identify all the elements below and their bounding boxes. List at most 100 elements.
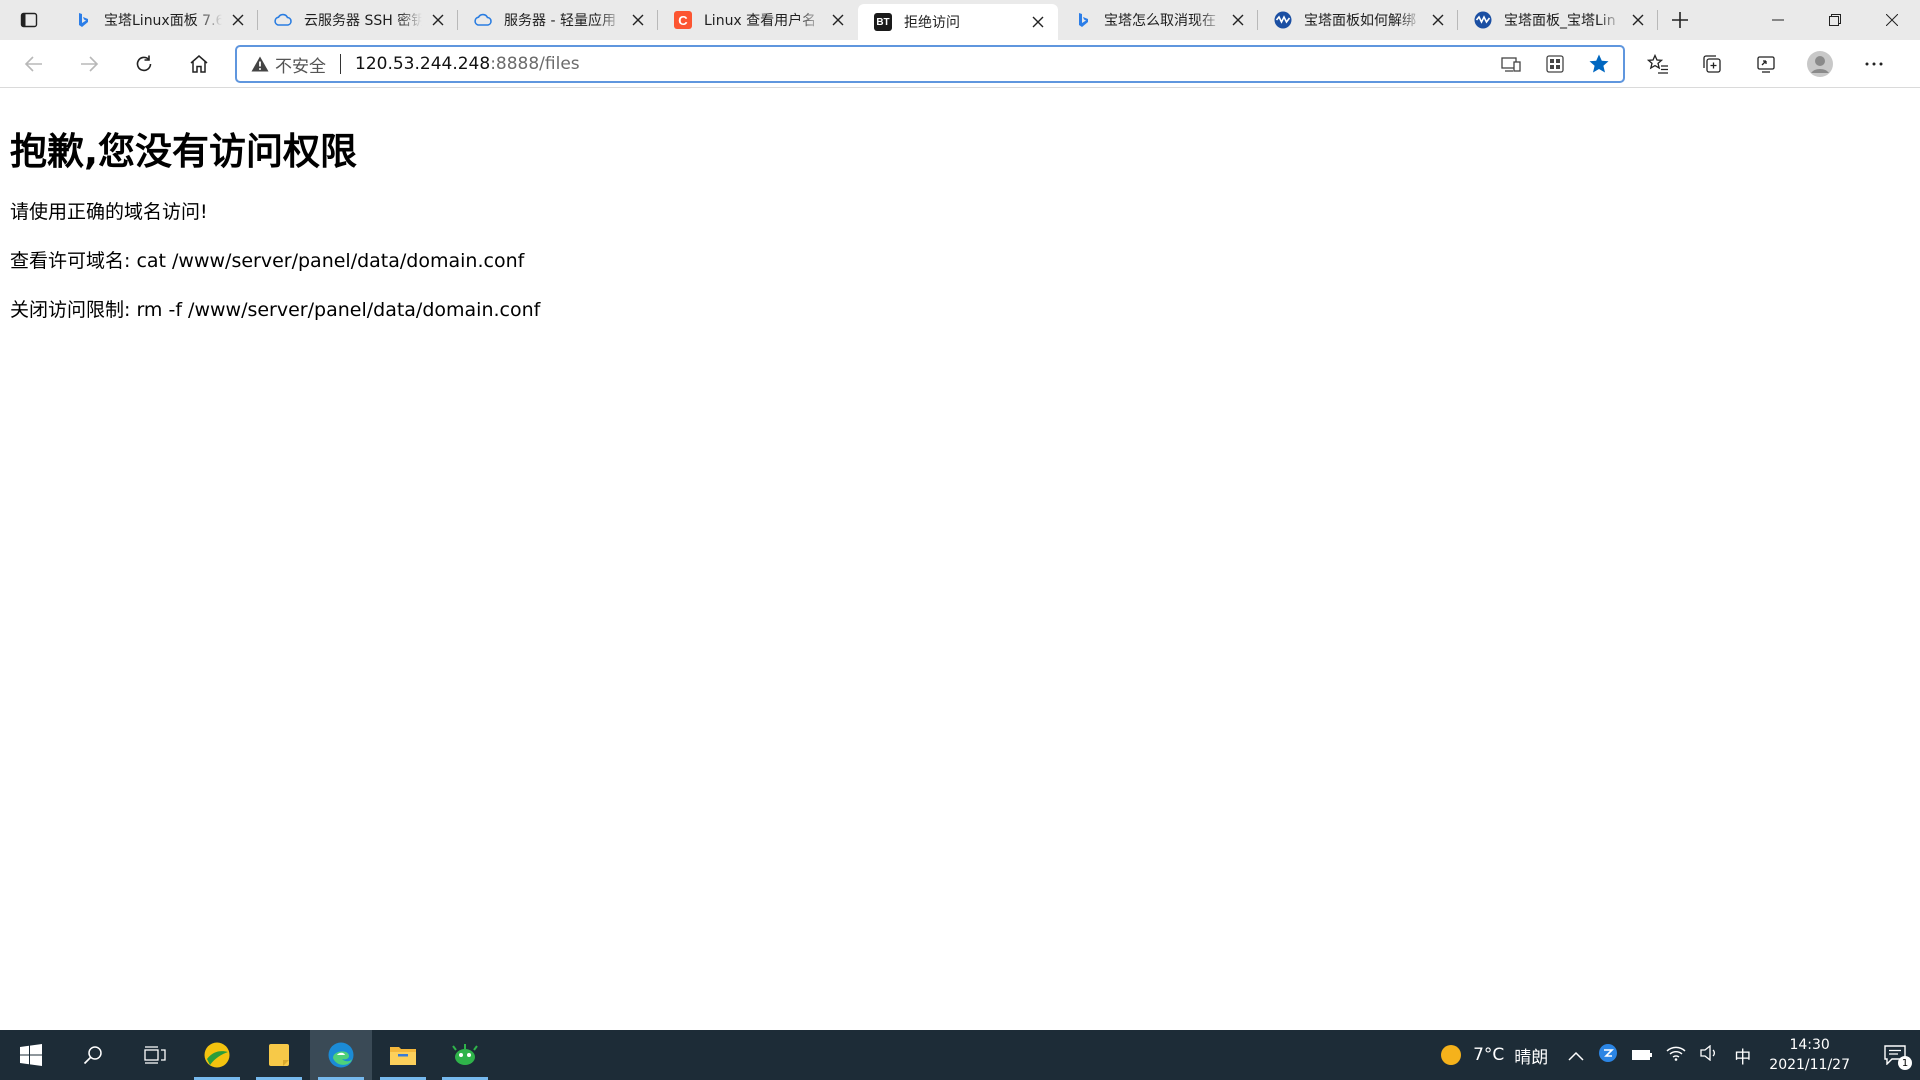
tab[interactable]: 宝塔怎么取消现在 [1058,0,1258,40]
home-icon [190,54,208,73]
restore-button[interactable] [1806,0,1863,40]
cloud-icon [474,11,492,29]
taskbar-app-edge[interactable] [310,1030,372,1080]
close-icon[interactable] [1228,10,1248,30]
app-available-button[interactable] [1537,46,1573,82]
close-icon[interactable] [1028,12,1048,32]
clock-time: 14:30 [1789,1037,1830,1053]
taskbar-app-qqbrowser[interactable] [186,1030,248,1080]
settings-more-button[interactable] [1856,46,1892,82]
qq-browser-icon [204,1042,230,1068]
weather-temperature: 7°C [1473,1045,1505,1065]
close-icon[interactable] [1428,10,1448,30]
taskbar-app-file-explorer[interactable] [372,1030,434,1080]
close-icon[interactable] [628,10,648,30]
start-button[interactable] [0,1030,62,1080]
bing-icon [74,11,92,29]
device-icon [1501,57,1521,72]
refresh-button[interactable] [126,46,162,82]
battery-icon[interactable] [1632,1046,1653,1065]
bug-app-icon [452,1044,478,1065]
tab[interactable]: 服务器 - 轻量应用 [458,0,658,40]
tab-title: 服务器 - 轻量应用 [504,13,616,29]
page-content: 抱歉,您没有访问权限 请使用正确的域名访问! 查看许可域名: cat /www/… [0,89,1920,1029]
new-tab-button[interactable] [1658,0,1702,40]
taskbar-app-wechat-tool[interactable] [434,1030,496,1080]
chevron-up-icon[interactable] [1568,1046,1584,1065]
star-filled-icon [1589,54,1609,73]
tab[interactable]: C Linux 查看用户名 [658,0,858,40]
disable-restriction-command: 关闭访问限制: rm -f /www/server/panel/data/dom… [10,299,541,321]
arrow-left-icon [24,55,42,72]
read-aloud-button[interactable] [1493,46,1529,82]
share-button[interactable] [1748,46,1784,82]
screen-share-icon [1757,56,1775,73]
tab-title: 拒绝访问 [904,15,960,31]
avatar [1807,51,1833,77]
minimize-button[interactable] [1749,0,1806,40]
url-path: :8888/files [490,54,580,74]
tab[interactable]: 宝塔面板如何解绑 [1258,0,1458,40]
close-window-button[interactable] [1863,0,1920,40]
cloud-icon [274,11,292,29]
windows-icon [20,1044,42,1066]
apps-icon [1546,55,1564,73]
volume-icon[interactable] [1700,1044,1720,1065]
warning-icon [251,56,269,72]
taskbar-app-notes[interactable] [248,1030,310,1080]
clock-date: 2021/11/27 [1769,1057,1850,1073]
app-tray-icon[interactable] [1598,1043,1618,1067]
minimize-icon [1771,19,1784,21]
sun-icon [1441,1045,1462,1065]
wave-icon [1274,11,1292,29]
back-button[interactable] [16,46,52,82]
address-bar[interactable]: 不安全 120.53.244.248:8888/files [235,45,1625,83]
folder-icon [390,1047,416,1065]
tab-title: 宝塔面板_宝塔Lin [1504,13,1616,29]
wifi-icon[interactable] [1666,1045,1686,1065]
close-icon[interactable] [1628,10,1648,30]
tab-title: 云服务器 SSH 密钥 [304,13,422,29]
tab[interactable]: 宝塔面板_宝塔Lin [1458,0,1658,40]
favorite-button[interactable] [1581,46,1617,82]
system-tray: 7°C 晴朗 中 14:30 2021/11/27 1 [1439,1030,1920,1080]
edge-icon [328,1042,354,1068]
tab[interactable]: 云服务器 SSH 密钥 [258,0,458,40]
sticky-notes-icon [269,1044,289,1066]
bt-icon: BT [874,13,892,31]
search-button[interactable] [62,1030,124,1080]
search-icon [83,1046,102,1065]
close-icon[interactable] [828,10,848,30]
tab-title: Linux 查看用户名 [704,13,817,29]
more-icon [1865,62,1883,66]
refresh-icon [136,55,152,71]
tab[interactable]: 宝塔Linux面板 7.6 [58,0,258,40]
task-view-button[interactable] [124,1030,186,1080]
instruction-text: 请使用正确的域名访问! [10,201,208,223]
security-indicator[interactable]: 不安全 [251,52,326,77]
close-icon[interactable] [228,10,248,30]
collections-button[interactable] [1694,46,1730,82]
bing-icon [1074,11,1092,29]
notification-center-button[interactable]: 1 [1870,1030,1920,1080]
profile-button[interactable] [1802,46,1838,82]
clock[interactable]: 14:30 2021/11/27 [1769,1035,1850,1075]
collections-icon [1703,55,1721,73]
csdn-icon: C [674,11,692,29]
weather-widget[interactable]: 7°C 晴朗 [1439,1043,1548,1068]
taskbar: 7°C 晴朗 中 14:30 2021/11/27 1 [0,1030,1920,1080]
forward-button[interactable] [71,46,107,82]
url-text[interactable]: 120.53.244.248:8888/files [355,54,580,74]
close-icon[interactable] [428,10,448,30]
tab-title: 宝塔怎么取消现在 [1104,13,1216,29]
plus-icon [1672,12,1688,28]
browser-toolbar: 不安全 120.53.244.248:8888/files [0,40,1920,88]
arrow-right-icon [81,55,99,72]
tab-actions-menu-button[interactable] [0,0,58,40]
tab-actions-icon [20,12,38,28]
input-method-indicator[interactable]: 中 [1734,1043,1751,1068]
home-button[interactable] [181,46,217,82]
favorites-button[interactable] [1640,46,1676,82]
url-host: 120.53.244.248 [355,54,491,74]
tab-active[interactable]: BT 拒绝访问 [858,4,1058,40]
